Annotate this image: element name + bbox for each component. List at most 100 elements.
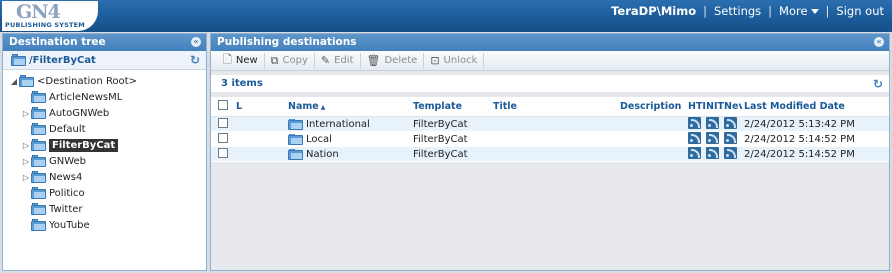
tree-item-label: News4 (49, 171, 83, 183)
row-checkbox[interactable] (211, 132, 233, 146)
collapse-icon[interactable]: « (191, 37, 201, 47)
row-name-cell: Local (288, 133, 413, 145)
table-row[interactable]: Local FilterByCat 2/24/2012 5:14:52 PM (211, 131, 889, 147)
tree-item-label: YouTube (49, 219, 90, 231)
col-last-modified[interactable]: Last Modified Date (742, 101, 882, 112)
expand-arrow-icon[interactable]: ▷ (21, 173, 31, 182)
folder-icon (31, 186, 46, 199)
row-nitf (706, 131, 724, 147)
tree-root-label: <Destination Root> (37, 75, 137, 87)
col-newsml[interactable]: Nev (724, 101, 742, 112)
new-doc-icon: 🗋 (223, 53, 232, 66)
more-menu[interactable]: More (779, 4, 819, 18)
refresh-icon[interactable]: ↻ (873, 78, 885, 90)
folder-icon (31, 138, 46, 151)
current-path-row: /FilterByCat ↻ (3, 51, 206, 70)
rss-feed-icon[interactable] (688, 131, 701, 144)
row-last-modified: 2/24/2012 5:14:52 PM (744, 148, 855, 160)
row-html (688, 116, 706, 132)
tree-item[interactable]: ArticleNewsML (3, 89, 206, 105)
panel-header: Destination tree « (3, 34, 206, 51)
destinations-grid: L Name ▲ Template Title Description HTI N… (211, 97, 889, 162)
gn4-logo: GN4 PUBLISHING SYSTEM (2, 1, 98, 31)
row-checkbox[interactable] (211, 147, 233, 161)
expand-arrow-icon[interactable]: ▷ (21, 141, 31, 150)
expand-arrow-icon[interactable]: ▷ (21, 109, 31, 118)
nav-separator: | (768, 4, 773, 18)
rss-feed-icon[interactable] (688, 146, 701, 159)
col-title[interactable]: Title (493, 101, 620, 112)
item-count: 3 items (221, 78, 263, 89)
more-label: More (779, 4, 808, 18)
tree-item[interactable]: ▷ News4 (3, 169, 206, 185)
row-last-modified: 2/24/2012 5:13:42 PM (744, 118, 855, 130)
user-name: TeraDP\Mimo (611, 4, 697, 18)
row-checkbox[interactable] (211, 117, 233, 131)
col-l[interactable]: L (233, 101, 288, 112)
table-row[interactable]: International FilterByCat 2/24/2012 5:13:4… (211, 116, 889, 132)
row-html (688, 131, 706, 147)
collapse-icon[interactable]: « (874, 37, 884, 47)
col-template[interactable]: Template (413, 101, 493, 112)
folder-icon (31, 218, 46, 231)
tree-item[interactable]: Politico (3, 185, 206, 201)
current-path: /FilterByCat (29, 54, 96, 66)
tree-item[interactable]: ▷ GNWeb (3, 153, 206, 169)
grid-header: L Name ▲ Template Title Description HTI N… (211, 97, 889, 117)
row-name-cell: International (288, 118, 413, 130)
edit-icon: ✎ (320, 54, 331, 67)
logo-text: GN4 (16, 1, 61, 23)
collapse-arrow-icon[interactable]: ◢ (9, 77, 19, 86)
signout-link[interactable]: Sign out (836, 4, 884, 18)
trash-icon: 🗑 (366, 54, 381, 67)
copy-button[interactable]: ⧉ Copy (265, 52, 315, 69)
table-row[interactable]: Nation FilterByCat 2/24/2012 5:14:52 PM (211, 146, 889, 162)
tree-item-label: Politico (49, 187, 85, 199)
rss-feed-icon[interactable] (706, 146, 719, 159)
tree-item[interactable]: ▷ FilterByCat (3, 137, 206, 153)
rss-feed-icon[interactable] (724, 131, 737, 144)
col-name-label: Name (288, 101, 319, 112)
row-name: Nation (306, 148, 339, 160)
unlock-label: Unlock (443, 55, 478, 66)
folder-icon (31, 90, 46, 103)
tree-item[interactable]: ▷ AutoGNWeb (3, 105, 206, 121)
new-button[interactable]: 🗋 New (217, 52, 265, 69)
unlock-button[interactable]: ⊡ Unlock (424, 52, 485, 69)
rss-feed-icon[interactable] (706, 131, 719, 144)
row-newsml (724, 131, 742, 147)
row-nitf (706, 146, 724, 162)
row-name: Local (306, 133, 332, 145)
folder-icon (31, 170, 46, 183)
settings-link[interactable]: Settings (714, 4, 761, 18)
col-html[interactable]: HTI (688, 101, 706, 112)
rss-feed-icon[interactable] (706, 116, 719, 129)
delete-button[interactable]: 🗑 Delete (361, 52, 425, 69)
tree-item[interactable]: Twitter (3, 201, 206, 217)
rss-feed-icon[interactable] (724, 116, 737, 129)
refresh-icon[interactable]: ↻ (190, 54, 202, 66)
col-nitf[interactable]: NIT (706, 101, 724, 112)
row-html (688, 146, 706, 162)
edit-button[interactable]: ✎ Edit (315, 52, 361, 69)
tree-item[interactable]: Default (3, 121, 206, 137)
tree-item-label: ArticleNewsML (49, 91, 123, 103)
tree-root[interactable]: ◢ <Destination Root> (3, 73, 206, 89)
panel-header: Publishing destinations « (211, 34, 889, 51)
chevron-down-icon (810, 9, 819, 14)
rss-feed-icon[interactable] (688, 116, 701, 129)
tree-item-label: Default (49, 123, 86, 135)
col-description[interactable]: Description (620, 101, 688, 112)
folder-icon (11, 53, 26, 66)
rss-feed-icon[interactable] (724, 146, 737, 159)
col-name[interactable]: Name ▲ (288, 101, 413, 112)
nav-separator: | (703, 4, 707, 18)
row-last-modified: 2/24/2012 5:14:52 PM (744, 133, 855, 145)
tree-item[interactable]: YouTube (3, 217, 206, 233)
destination-tree: ◢ <Destination Root> ArticleNewsML ▷ AutoG… (3, 70, 206, 233)
expand-arrow-icon[interactable]: ▷ (21, 157, 31, 166)
sort-ascending-icon: ▲ (320, 104, 326, 111)
folder-icon (288, 133, 303, 145)
select-all-checkbox[interactable] (211, 100, 233, 113)
copy-label: Copy (282, 55, 308, 66)
